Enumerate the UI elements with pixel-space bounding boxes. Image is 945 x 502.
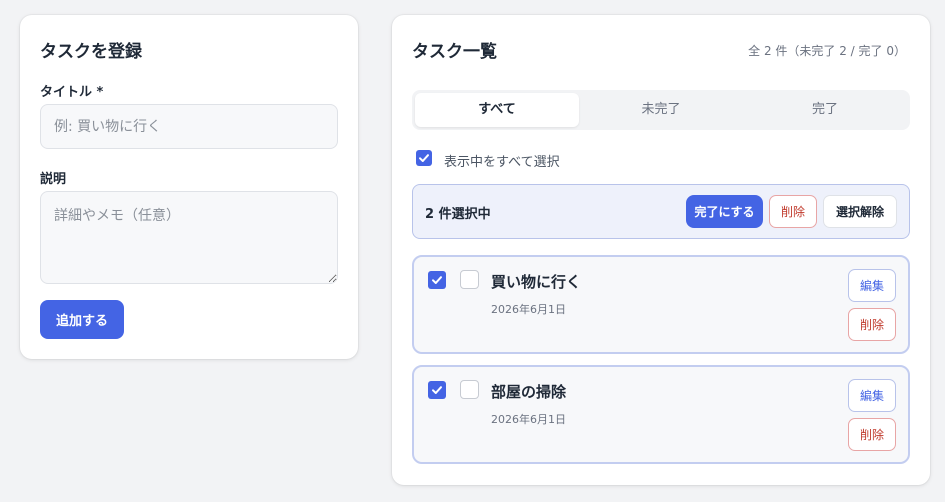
bulk-action-bar: 2 件選択中 完了にする 削除 選択解除 xyxy=(412,184,910,239)
task-done-checkbox[interactable] xyxy=(460,270,479,289)
task-form-card: タスクを登録 タイトル * 説明 追加する xyxy=(20,15,358,359)
description-input[interactable] xyxy=(40,191,338,284)
task-title: 買い物に行く xyxy=(491,273,582,291)
select-all-label: 表示中をすべて選択 xyxy=(444,155,560,170)
edit-task-button[interactable]: 編集 xyxy=(848,379,896,412)
task-select-checkbox[interactable] xyxy=(428,271,446,289)
title-input[interactable] xyxy=(40,104,338,149)
delete-task-button[interactable]: 削除 xyxy=(848,418,896,451)
task-select-checkbox[interactable] xyxy=(428,381,446,399)
task-done-checkbox[interactable] xyxy=(460,380,479,399)
filter-tabs: すべて 未完了 完了 xyxy=(412,90,910,130)
select-all-checkbox[interactable] xyxy=(416,150,432,166)
tab-complete[interactable]: 完了 xyxy=(743,93,907,127)
clear-selection-button[interactable]: 選択解除 xyxy=(823,195,897,228)
task-item: 買い物に行く 2026年6月1日 編集 削除 xyxy=(412,255,910,354)
task-title: 部屋の掃除 xyxy=(491,383,567,401)
title-field-label: タイトル * xyxy=(40,85,104,100)
delete-task-button[interactable]: 削除 xyxy=(848,308,896,341)
check-icon xyxy=(432,386,442,394)
task-date: 2026年6月1日 xyxy=(491,303,566,316)
edit-task-button[interactable]: 編集 xyxy=(848,269,896,302)
task-list-card: タスク一覧 全 2 件（未完了 2 / 完了 0） すべて 未完了 完了 表示中… xyxy=(392,15,930,485)
task-date: 2026年6月1日 xyxy=(491,413,566,426)
tab-all[interactable]: すべて xyxy=(415,93,579,127)
check-icon xyxy=(432,276,442,284)
task-count-summary: 全 2 件（未完了 2 / 完了 0） xyxy=(748,44,906,58)
tab-incomplete[interactable]: 未完了 xyxy=(579,93,743,127)
selected-count: 2 件選択中 xyxy=(425,207,491,222)
list-title: タスク一覧 xyxy=(412,42,497,62)
bulk-complete-button[interactable]: 完了にする xyxy=(686,195,763,228)
form-title: タスクを登録 xyxy=(40,42,142,62)
check-icon xyxy=(419,154,429,162)
description-field-label: 説明 xyxy=(40,172,67,187)
task-item: 部屋の掃除 2026年6月1日 編集 削除 xyxy=(412,365,910,464)
add-task-button[interactable]: 追加する xyxy=(40,300,124,339)
bulk-delete-button[interactable]: 削除 xyxy=(769,195,817,228)
